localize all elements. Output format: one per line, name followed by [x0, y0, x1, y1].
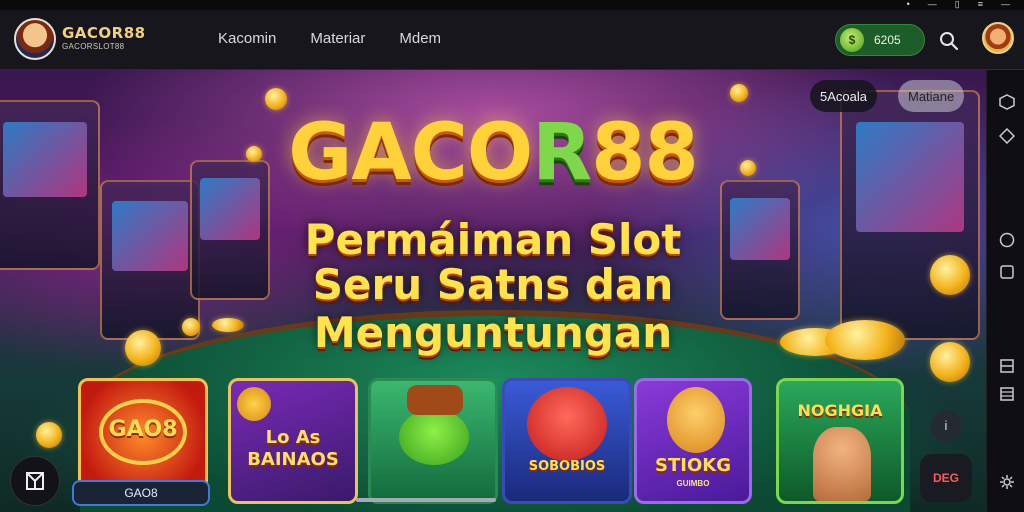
game-card[interactable]: STIOKG GUIMBO — [634, 378, 752, 504]
game-card[interactable]: Lo As BAINAOS — [228, 378, 358, 504]
game-card-subtitle: GUIMBO — [676, 479, 710, 488]
mascot-image — [399, 409, 469, 465]
hero-title-part: R — [532, 108, 592, 198]
nav-item-mdem[interactable]: Mdem — [399, 30, 441, 47]
hero-subtitle-line3: Menguntungan — [313, 308, 673, 357]
game-card[interactable]: NOGHGIA — [776, 378, 904, 504]
nav-item-kacomin[interactable]: Kacomin — [218, 30, 276, 47]
hero-banner: GACOR88 Permáiman Slot Seru Satns dan Me… — [0, 70, 986, 512]
carousel-scrollbar[interactable] — [356, 498, 496, 502]
status-icon: • — [906, 0, 910, 9]
brand-logo[interactable] — [14, 18, 56, 60]
coin-icon: $ — [840, 28, 864, 52]
main-nav: Kacomin Materiar Mdem — [218, 30, 475, 47]
hat-image — [407, 385, 463, 415]
game-card-title: STIOKG — [655, 455, 731, 476]
balance-value: 6205 — [874, 33, 901, 47]
list-icon[interactable] — [999, 386, 1015, 402]
diamond-icon[interactable] — [999, 128, 1015, 144]
nav-item-materiar[interactable]: Materiar — [310, 30, 365, 47]
grid-icon[interactable] — [999, 358, 1015, 374]
chip-right-button[interactable]: Matiane — [898, 80, 965, 112]
status-bar: • — ▯ ≡ — — [0, 0, 1024, 10]
settings-icon[interactable] — [999, 474, 1015, 490]
status-icon: — — [1001, 0, 1010, 9]
circle-icon[interactable] — [999, 232, 1015, 248]
top-header: GACOR88 GACORSLOT88 Kacomin Materiar Mde… — [0, 10, 1024, 70]
status-icon: ▯ — [954, 0, 960, 9]
square-icon[interactable] — [999, 264, 1015, 280]
balance-button[interactable]: $ 6205 — [835, 24, 925, 56]
promo-badge[interactable]: DEG — [920, 454, 972, 502]
avatar[interactable] — [982, 22, 1014, 54]
app-window: • — ▯ ≡ — GACOR88 GACORSLOT88 Kacomin Ma… — [0, 0, 1024, 512]
status-icon: — — [927, 0, 937, 9]
game-card[interactable]: SOBOBIOS — [502, 378, 632, 504]
menu-button[interactable] — [10, 456, 60, 506]
search-icon — [940, 32, 959, 51]
game-card[interactable] — [368, 378, 498, 504]
game-card-title: NOGHGIA — [797, 401, 883, 420]
mascot-image — [527, 387, 607, 461]
status-icon: ≡ — [977, 0, 983, 9]
mascot-image — [667, 387, 725, 453]
cube-icon — [26, 472, 44, 490]
brand-subtitle: GACORSLOT88 — [62, 42, 125, 51]
right-toolbar — [986, 70, 1024, 512]
game-card-title: GAO8 — [108, 417, 178, 442]
chip-left-button[interactable]: 5Acoala — [810, 80, 877, 112]
coin-decoration — [730, 84, 748, 102]
brand-name[interactable]: GACOR88 — [62, 24, 146, 42]
hero-title-part: GACO — [288, 108, 533, 198]
search-button[interactable] — [934, 26, 964, 56]
mascot-image — [237, 387, 271, 421]
game-card-caption[interactable]: GAO8 — [72, 480, 210, 506]
game-card-title: SOBOBIOS — [528, 459, 606, 474]
hero-title-part: 88 — [591, 108, 699, 198]
hexagon-icon[interactable] — [999, 94, 1015, 110]
hero-subtitle-line2: Seru Satns dan — [312, 260, 674, 309]
coin-decoration — [265, 88, 287, 110]
hero-subtitle-line1: Permáiman Slot — [304, 215, 682, 264]
hero-title: GACOR88 — [0, 108, 986, 198]
character-image — [813, 427, 871, 501]
game-card-title: Lo As BAINAOS — [247, 427, 339, 470]
coin-decoration — [36, 422, 62, 448]
info-icon[interactable]: i — [930, 410, 962, 442]
